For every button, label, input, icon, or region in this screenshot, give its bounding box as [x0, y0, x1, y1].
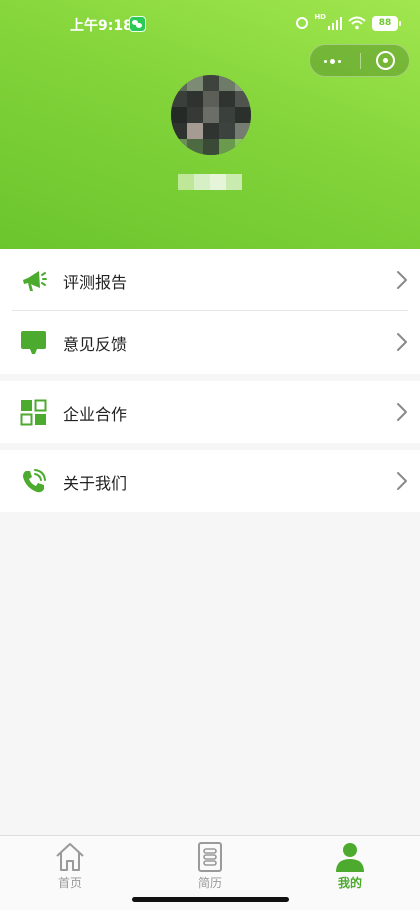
avatar-mosaic: [171, 75, 251, 155]
tab-home[interactable]: 首页: [0, 836, 140, 894]
miniprogram-capsule: [309, 44, 410, 77]
chevron-right-icon: [397, 333, 407, 351]
tab-resume[interactable]: 简历: [140, 836, 280, 894]
menu-group-about: 关于我们: [0, 450, 420, 512]
tab-mine[interactable]: 我的: [280, 836, 420, 894]
chevron-right-icon: [397, 472, 407, 490]
signal-icon: [328, 16, 342, 30]
alarm-icon: [296, 17, 309, 29]
menu-item-feedback[interactable]: 意见反馈: [0, 311, 420, 373]
menu-item-label: 企业合作: [63, 405, 128, 424]
more-dots-icon[interactable]: [310, 45, 360, 76]
resume-icon: [198, 842, 222, 872]
home-icon: [56, 843, 84, 871]
username-blurred: [178, 174, 242, 190]
status-time: 上午9:18: [70, 18, 133, 34]
megaphone-icon: [23, 271, 47, 291]
chevron-right-icon: [397, 271, 407, 289]
menu-item-about[interactable]: 关于我们: [0, 450, 420, 512]
target-close-icon[interactable]: [361, 45, 409, 76]
menu-item-cooperation[interactable]: 企业合作: [0, 381, 420, 443]
tab-label: 我的: [337, 876, 362, 890]
chevron-right-icon: [397, 403, 407, 421]
status-icons: HD 88: [296, 13, 401, 32]
tab-label: 首页: [57, 876, 82, 890]
monitor-icon: [21, 331, 46, 354]
menu-group-reports: 评测报告 意见反馈: [0, 249, 420, 374]
menu-item-label: 关于我们: [63, 474, 128, 493]
menu-group-business: 企业合作: [0, 381, 420, 443]
tab-label: 简历: [197, 876, 222, 890]
battery-indicator: 88: [372, 15, 401, 31]
avatar[interactable]: [171, 75, 251, 155]
profile-header: 上午9:18 HD 88: [0, 0, 420, 249]
menu-item-label: 评测报告: [63, 273, 128, 292]
menu-item-report[interactable]: 评测报告: [0, 249, 420, 311]
person-icon: [336, 843, 364, 872]
status-bar: 上午9:18 HD 88: [0, 0, 420, 46]
grid-squares-icon: [20, 399, 47, 426]
profile-page: 上午9:18 HD 88 评测报告 意见反馈 企业合作 关于我们 首页 简历 我…: [0, 0, 420, 910]
phone-call-icon: [23, 469, 46, 493]
wifi-icon: [348, 16, 366, 30]
menu-item-label: 意见反馈: [63, 335, 128, 354]
wechat-notification-icon: [129, 16, 146, 32]
hd-badge: HD: [314, 13, 326, 21]
home-indicator: [132, 897, 289, 902]
